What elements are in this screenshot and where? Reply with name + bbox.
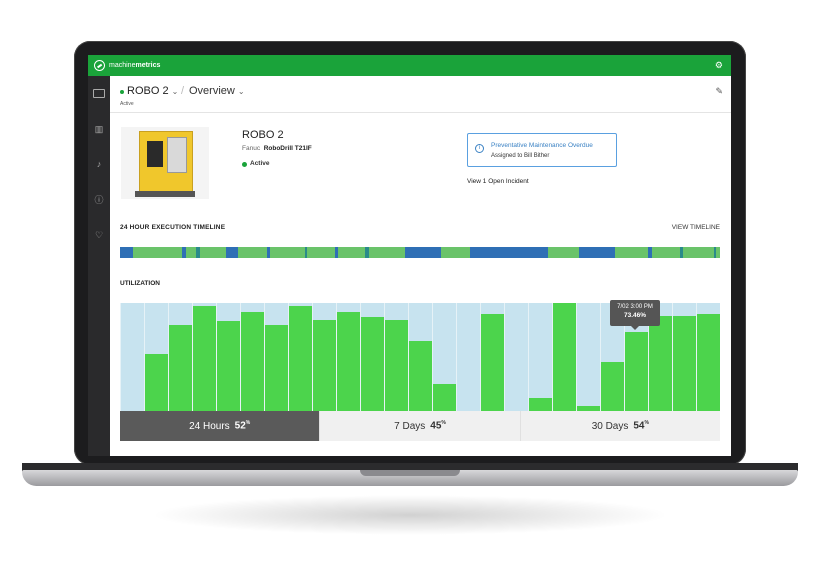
status-dot xyxy=(242,162,247,167)
timeline-segment xyxy=(267,247,270,258)
timeline-segment xyxy=(648,247,652,258)
machine-model: RoboDrill T21IF xyxy=(263,145,312,152)
chart-gridline xyxy=(504,303,505,411)
timeline-segment xyxy=(680,247,683,258)
timeline-segment xyxy=(182,247,186,258)
timeline-segment xyxy=(470,247,500,258)
alert-circle-icon[interactable]: ⓘ xyxy=(93,194,105,206)
utilization-bar[interactable] xyxy=(241,311,264,411)
status-indicator xyxy=(120,90,124,94)
tab-value: 52% xyxy=(234,420,251,432)
tab-value: 45% xyxy=(430,420,446,432)
bar-chart-icon[interactable]: ▥ xyxy=(93,123,105,135)
utilization-bar[interactable] xyxy=(169,324,192,411)
utilization-bar[interactable] xyxy=(145,353,168,411)
sidebar: ▥ ♪ ⓘ ♡ xyxy=(88,76,110,456)
utilization-bar[interactable] xyxy=(601,362,624,411)
utilization-bar[interactable] xyxy=(361,317,384,411)
machine-selector-label: ROBO 2 xyxy=(127,85,169,97)
timeline-title: 24 HOUR EXECUTION TIMELINE xyxy=(120,224,226,231)
utilization-bar[interactable] xyxy=(217,321,240,411)
timeline-segment xyxy=(500,247,548,258)
tooltip-value: 73.46% xyxy=(623,312,647,319)
range-tabs: 24 Hours 52% 7 Days 45% 30 Days 54% xyxy=(120,411,720,441)
logo-icon[interactable] xyxy=(94,60,105,71)
utilization-bar[interactable] xyxy=(385,320,408,411)
machine-name: ROBO 2 xyxy=(242,129,284,141)
view-selector[interactable]: Overview ⌄ xyxy=(189,85,245,97)
info-icon: i xyxy=(475,144,484,153)
machine-image xyxy=(121,127,209,199)
utilization-title: UTILIZATION xyxy=(120,280,160,287)
heart-pulse-icon[interactable]: ♡ xyxy=(93,229,105,241)
timeline-segment xyxy=(714,247,716,258)
utilization-bar[interactable] xyxy=(553,303,576,411)
timeline-segment xyxy=(615,247,625,258)
tab-24-hours[interactable]: 24 Hours 52% xyxy=(120,411,321,441)
utilization-bar[interactable] xyxy=(697,313,720,411)
bell-icon[interactable]: ♪ xyxy=(93,158,105,170)
execution-timeline[interactable] xyxy=(120,247,720,258)
chart-gridline xyxy=(456,303,457,411)
chart-gridline xyxy=(576,303,577,411)
timeline-segment xyxy=(305,247,307,258)
top-bar: machinemetrics ⚙ xyxy=(88,55,731,76)
timeline-segment xyxy=(226,247,238,258)
utilization-bar[interactable] xyxy=(337,311,360,411)
gear-icon[interactable]: ⚙ xyxy=(715,60,723,70)
utilization-bar[interactable] xyxy=(313,320,336,411)
timeline-segment xyxy=(120,247,133,258)
machine-make-model: Fanuc RoboDrill T21IF xyxy=(242,145,312,152)
utilization-bar[interactable] xyxy=(481,313,504,411)
laptop-shadow xyxy=(150,495,670,535)
chevron-down-icon: ⌄ xyxy=(171,87,179,96)
pencil-icon[interactable]: ✎ xyxy=(715,86,723,97)
timeline-segment xyxy=(405,247,441,258)
dashboard-icon[interactable] xyxy=(93,89,105,98)
timeline-segment xyxy=(196,247,200,258)
timeline-segment xyxy=(579,247,615,258)
chart-gridline xyxy=(528,303,529,411)
tab-label: 30 Days xyxy=(591,420,629,432)
utilization-bar[interactable] xyxy=(673,315,696,411)
tab-value: 54% xyxy=(633,420,649,432)
view-selector-label: Overview xyxy=(189,85,235,97)
header-status: Active xyxy=(120,101,134,107)
utilization-bar[interactable] xyxy=(529,398,552,411)
utilization-bar[interactable] xyxy=(625,332,648,411)
utilization-bar[interactable] xyxy=(289,306,312,411)
timeline-segment xyxy=(365,247,369,258)
machine-selector[interactable]: ROBO 2 ⌄ xyxy=(127,85,178,97)
laptop-notch xyxy=(360,470,460,476)
tab-label: 7 Days xyxy=(394,420,426,432)
tab-label: 24 Hours xyxy=(189,420,230,432)
utilization-bar[interactable] xyxy=(433,384,456,411)
tab-7-days[interactable]: 7 Days 45% xyxy=(320,411,521,441)
open-incident-link[interactable]: View 1 Open Incident xyxy=(467,178,529,185)
view-timeline-link[interactable]: VIEW TIMELINE xyxy=(672,224,720,231)
machine-status: Active xyxy=(250,160,270,167)
utilization-bar[interactable] xyxy=(193,306,216,411)
page-header: ROBO 2 ⌄ / Overview ⌄ Active ✎ xyxy=(110,76,731,113)
chevron-down-icon: ⌄ xyxy=(237,87,245,96)
timeline-segment xyxy=(335,247,338,258)
alert-assignee: Assigned to Bill Bither xyxy=(491,153,550,159)
utilization-bar[interactable] xyxy=(265,324,288,411)
machine-make: Fanuc xyxy=(242,145,261,152)
utilization-bar[interactable] xyxy=(649,315,672,411)
tooltip-date: 7/02 3:00 PM xyxy=(617,304,653,310)
breadcrumb-separator: / xyxy=(181,85,185,97)
utilization-bar[interactable] xyxy=(409,340,432,411)
chart-tooltip: 7/02 3:00 PM 73.46% xyxy=(610,300,660,330)
brand-name[interactable]: machinemetrics xyxy=(109,62,160,69)
chart-gridline xyxy=(120,303,121,411)
app-screen: machinemetrics ⚙ ▥ ♪ ⓘ ♡ ROBO 2 ⌄ / Over… xyxy=(88,55,731,456)
alert-title: Preventative Maintenance Overdue xyxy=(491,142,593,149)
tab-30-days[interactable]: 30 Days 54% xyxy=(520,411,720,441)
maintenance-alert[interactable]: i Preventative Maintenance Overdue Assig… xyxy=(467,133,617,167)
